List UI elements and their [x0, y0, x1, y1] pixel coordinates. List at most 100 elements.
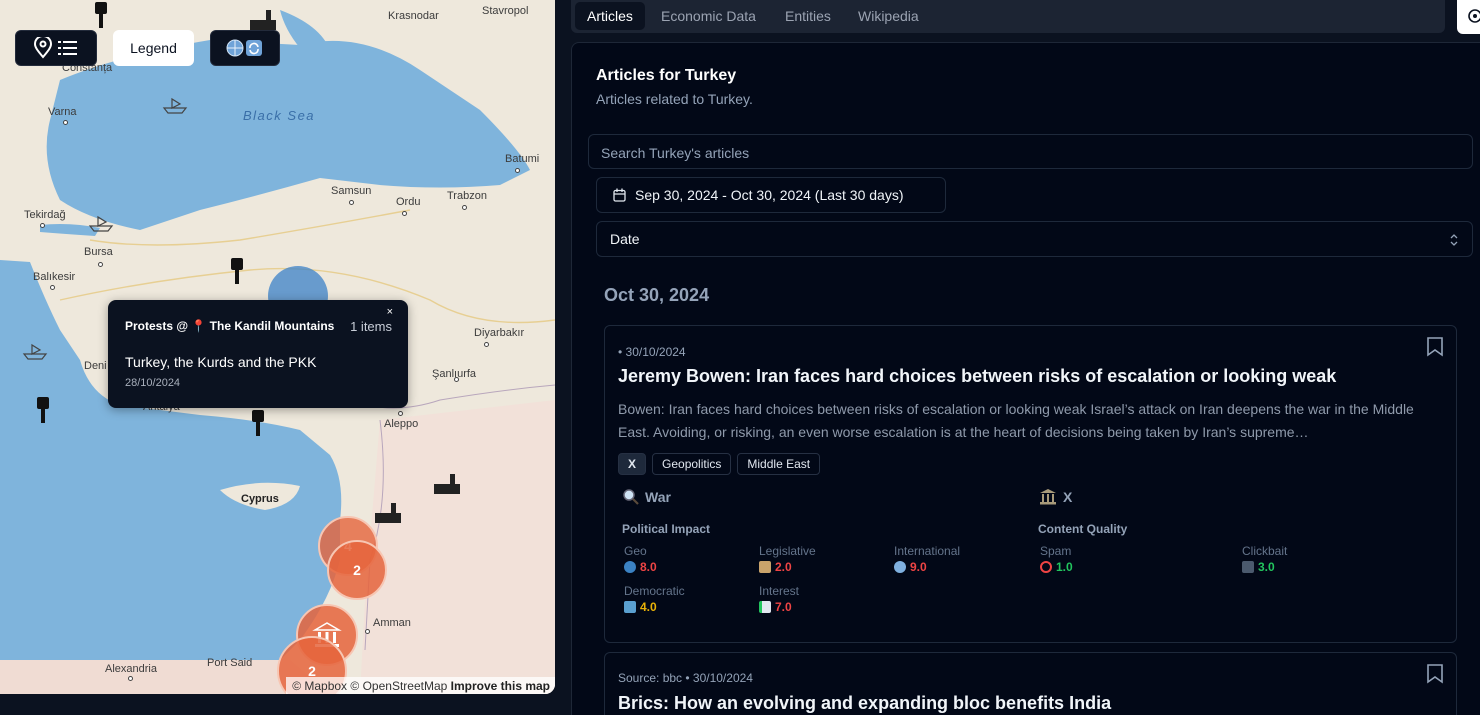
tab-entities[interactable]: Entities: [773, 2, 843, 30]
cluster-count: 2: [353, 562, 361, 578]
map-label-batumi: Batumi: [505, 153, 540, 165]
bookmark-icon[interactable]: [1426, 336, 1444, 357]
popup-title: Protests @ 📍 The Kandil Mountains: [125, 319, 335, 333]
article-card[interactable]: Source: bbc • 30/10/2024 Brics: How an e…: [604, 652, 1457, 715]
protest-marker-icon[interactable]: [250, 408, 266, 438]
legend-button[interactable]: Legend: [113, 30, 194, 66]
improve-map-link[interactable]: Improve this map: [451, 679, 550, 693]
sort-select[interactable]: Date: [596, 221, 1473, 257]
location-label: X: [1063, 488, 1073, 505]
map-bottom-gap: [0, 694, 555, 715]
factory-marker-icon[interactable]: [248, 8, 278, 32]
tab-economic-data[interactable]: Economic Data: [649, 2, 768, 30]
metric-label: Clickbait: [1242, 544, 1288, 558]
map-city-dot: [462, 205, 467, 210]
globe-refresh-icon: [226, 39, 262, 57]
map-label-port-said: Port Said: [207, 657, 253, 669]
gear-icon: [1468, 9, 1480, 23]
metric-label: Interest: [759, 584, 800, 598]
ship-marker-icon[interactable]: [22, 342, 48, 360]
locations-list-button[interactable]: [15, 30, 97, 66]
factory-marker-icon[interactable]: [432, 472, 462, 496]
tab-articles[interactable]: Articles: [575, 2, 645, 30]
metric-value-text: 4.0: [640, 600, 657, 614]
article-category: War: [622, 488, 671, 505]
map-city-dot: [50, 285, 55, 290]
metric-value: 3.0: [1242, 560, 1372, 574]
attribution-osm[interactable]: © OpenStreetMap: [350, 679, 447, 693]
tab-bar: Articles Economic Data Entities Wikipedi…: [571, 0, 1445, 33]
factory-marker-icon[interactable]: [373, 501, 403, 525]
metric-interest: Interest 7.0: [759, 584, 889, 614]
institution-icon: [1040, 489, 1056, 505]
map-city-dot: [40, 223, 45, 228]
article-group-date: Oct 30, 2024: [604, 285, 710, 305]
attribution-mapbox[interactable]: © Mapbox: [292, 679, 347, 693]
metric-label: Geo: [624, 544, 647, 558]
map-label-samsun: Samsun: [331, 185, 372, 197]
metric-label: Spam: [1040, 544, 1072, 558]
map-city-dot: [349, 200, 354, 205]
article-headline[interactable]: Jeremy Bowen: Iran faces hard choices be…: [618, 366, 1336, 387]
map-label-bursa: Bursa: [84, 246, 113, 258]
article-meta: Source: bbc • 30/10/2024: [618, 671, 753, 685]
popup-article-link[interactable]: Turkey, the Kurds and the PKK: [125, 354, 316, 370]
magnifier-icon: [623, 489, 639, 505]
ship-marker-icon[interactable]: [88, 214, 114, 232]
metric-geo: Geo 8.0: [624, 544, 754, 574]
metric-label: Legislative: [759, 544, 816, 558]
date-range-picker[interactable]: Sep 30, 2024 - Oct 30, 2024 (Last 30 day…: [596, 177, 946, 213]
fishing-pole-icon: [1242, 561, 1254, 573]
globe-toggle-button[interactable]: [210, 30, 280, 66]
map-label-stavropol: Stavropol: [482, 5, 529, 17]
page-subtitle: Articles related to Turkey.: [596, 91, 753, 107]
metric-label: International: [894, 544, 961, 558]
app-root: Krasnodar Stavropol Constanța Varna Blac…: [0, 0, 1480, 715]
article-card[interactable]: • 30/10/2024 Jeremy Bowen: Iran faces ha…: [604, 325, 1457, 643]
search-input[interactable]: Search Turkey's articles: [588, 134, 1473, 169]
metric-value: 2.0: [759, 560, 889, 574]
chevron-updown-icon: [1450, 234, 1458, 246]
protest-marker-icon[interactable]: [93, 0, 109, 30]
metric-legislative: Legislative 2.0: [759, 544, 889, 574]
map-cluster[interactable]: 2: [327, 540, 387, 600]
map-city-dot: [98, 262, 103, 267]
map-label-alexandria: Alexandria: [105, 663, 157, 675]
calendar-icon: [613, 188, 626, 202]
tag-chip[interactable]: X: [618, 453, 647, 475]
map-event-popup[interactable]: Protests @ 📍 The Kandil Mountains 1 item…: [108, 300, 408, 408]
metric-value: 9.0: [894, 560, 1024, 574]
map-label-ordu: Ordu: [396, 196, 421, 208]
map-city-dot: [63, 120, 68, 125]
popup-item-count: 1 items: [350, 319, 392, 334]
date-range-text: Sep 30, 2024 - Oct 30, 2024 (Last 30 day…: [635, 187, 904, 203]
settings-corner-button[interactable]: [1457, 0, 1480, 34]
map-city-dot: [484, 342, 489, 347]
map-label-diyarbakir: Diyarbakır: [474, 327, 525, 339]
map-attribution: © Mapbox © OpenStreetMap Improve this ma…: [286, 677, 555, 694]
map-label-aleppo: Aleppo: [384, 418, 419, 430]
globe-grid-icon: [894, 561, 906, 573]
map-label-krasnodar: Krasnodar: [388, 10, 439, 22]
map-city-dot: [128, 676, 133, 681]
tag-chip[interactable]: Geopolitics: [652, 453, 732, 475]
metric-label: Democratic: [624, 584, 685, 598]
map-view[interactable]: Krasnodar Stavropol Constanța Varna Blac…: [0, 0, 555, 694]
protest-marker-icon[interactable]: [35, 395, 51, 425]
metric-value-text: 9.0: [910, 560, 927, 574]
metric-value-text: 2.0: [775, 560, 792, 574]
category-label: War: [645, 488, 671, 505]
metric-democratic: Democratic 4.0: [624, 584, 754, 614]
tab-wikipedia[interactable]: Wikipedia: [846, 2, 931, 30]
ship-marker-icon[interactable]: [162, 96, 188, 114]
metric-value: 1.0: [1040, 560, 1170, 574]
bookmark-icon[interactable]: [1426, 663, 1444, 684]
map-label-black-sea: Black Sea: [243, 108, 316, 123]
tag-chip[interactable]: Middle East: [737, 453, 821, 475]
page-title: Articles for Turkey: [596, 67, 737, 84]
metric-spam: Spam 1.0: [1040, 544, 1170, 574]
popup-close-icon[interactable]: ×: [387, 306, 393, 318]
article-headline[interactable]: Brics: How an evolving and expanding blo…: [618, 693, 1111, 714]
metric-value-text: 7.0: [775, 600, 792, 614]
protest-marker-icon[interactable]: [229, 256, 245, 286]
